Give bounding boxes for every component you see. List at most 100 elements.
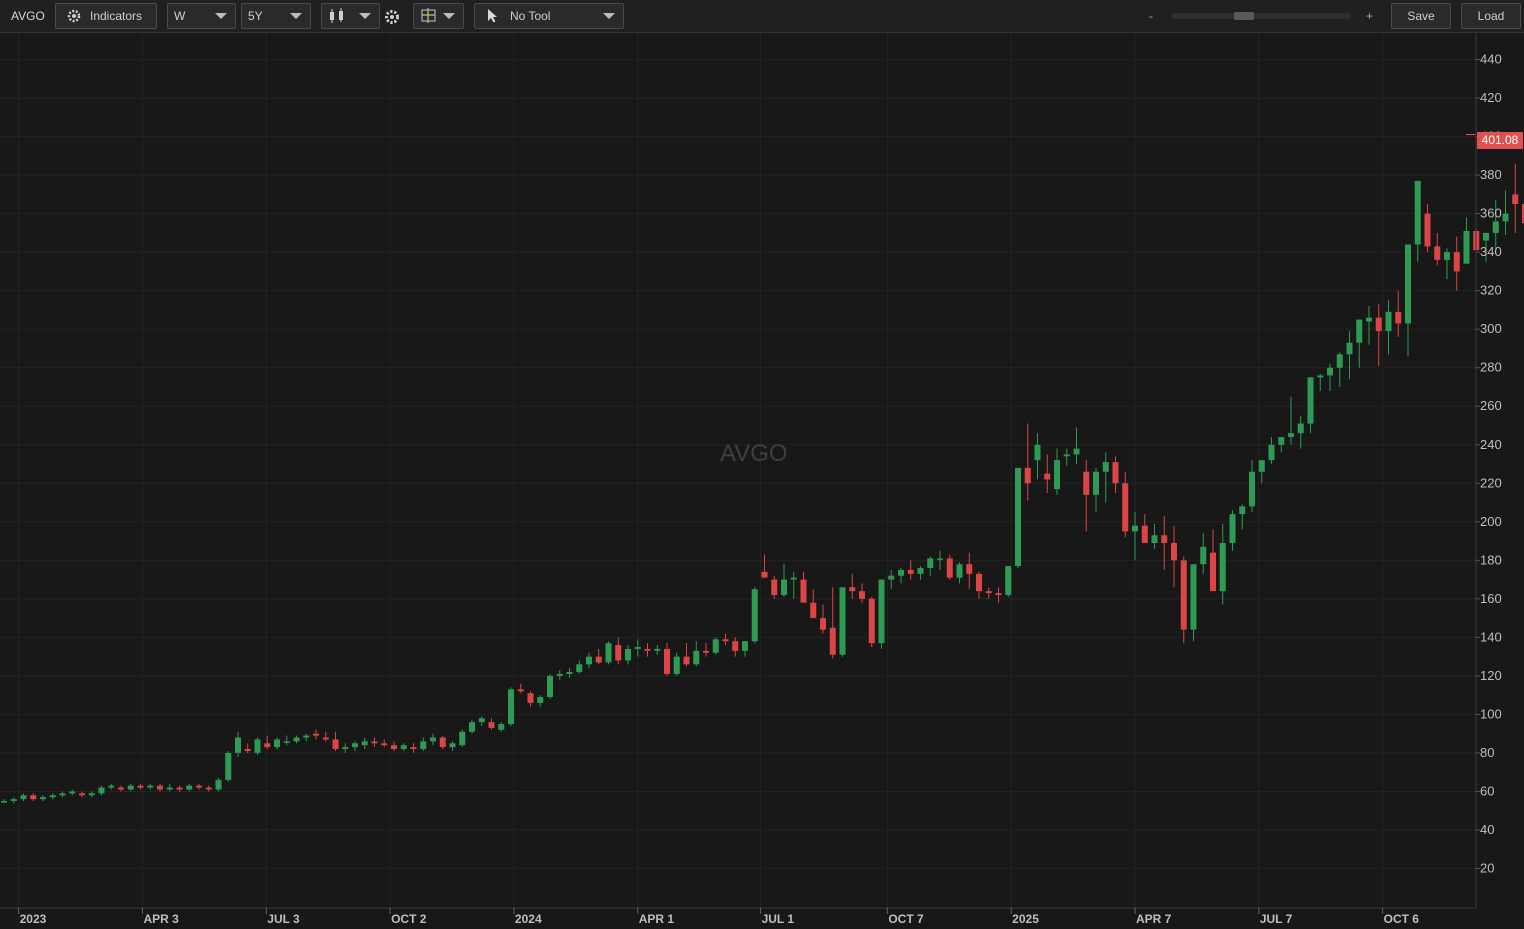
candle-body: [566, 672, 573, 674]
candle-body: [459, 731, 466, 746]
candle-body: [1200, 546, 1207, 565]
candle: [205, 785, 212, 792]
candle: [264, 735, 271, 750]
candle: [1268, 437, 1275, 465]
candle: [1200, 533, 1207, 574]
indicators-button[interactable]: Indicators: [55, 3, 157, 29]
x-tick-label: APR 1: [639, 912, 675, 926]
y-tick-label: 40: [1480, 822, 1494, 837]
y-tick-label: 100: [1480, 706, 1502, 721]
y-tick-label: 80: [1480, 745, 1494, 760]
period-select[interactable]: 5Y: [241, 3, 311, 29]
candle-body: [1258, 460, 1265, 472]
candle-body: [215, 779, 222, 790]
candle-body: [654, 648, 661, 651]
candle-body: [868, 598, 875, 644]
candle: [898, 568, 904, 584]
zoom-slider-thumb[interactable]: [1234, 12, 1254, 20]
chevron-down-icon: [215, 13, 227, 19]
aggregation-select[interactable]: W: [167, 3, 236, 29]
save-button[interactable]: Save: [1391, 3, 1451, 29]
load-button[interactable]: Load: [1461, 3, 1521, 29]
y-tick-label: 340: [1480, 244, 1502, 259]
candle: [469, 720, 475, 734]
tool-select[interactable]: No Tool: [474, 3, 624, 29]
zoom-out-button[interactable]: -: [1149, 9, 1153, 23]
candle: [1180, 556, 1187, 644]
candle-body: [917, 568, 924, 574]
candle-body: [1015, 467, 1021, 567]
candle-body: [1327, 367, 1333, 376]
candle-body: [1453, 252, 1460, 272]
candle: [556, 670, 563, 680]
candle-body: [40, 797, 46, 800]
candle-body: [1141, 525, 1148, 543]
chart-style-select[interactable]: [321, 3, 380, 29]
candle-body: [498, 724, 505, 730]
candle: [283, 735, 290, 746]
candle: [1190, 564, 1197, 642]
candle-body: [30, 795, 37, 800]
symbol-label[interactable]: AVGO: [11, 9, 45, 23]
candle-body: [888, 575, 895, 580]
candle: [449, 741, 456, 751]
candle: [332, 731, 339, 751]
tool-label: No Tool: [510, 9, 551, 23]
candle: [1414, 180, 1421, 262]
candle-body: [1297, 423, 1304, 434]
candle-body: [683, 656, 690, 665]
candle: [586, 652, 592, 669]
candle-body: [303, 735, 310, 738]
candle-body: [605, 643, 612, 663]
candle: [1, 799, 7, 803]
candle: [1024, 423, 1031, 501]
drawing-tools-select[interactable]: [413, 3, 464, 29]
y-tick-label: 60: [1480, 783, 1494, 798]
candle-body: [361, 741, 368, 746]
candle: [498, 722, 505, 732]
candle-body: [771, 579, 778, 595]
candle-body: [352, 743, 358, 748]
chevron-down-icon: [290, 13, 302, 19]
candle-body: [196, 785, 202, 788]
candle-body: [1405, 244, 1411, 324]
y-tick-label: 420: [1480, 90, 1502, 105]
candle-body: [761, 571, 768, 578]
x-axis: 2023 APR 3 JUL 3 OCT 2 2024 APR 1 JUL 1 OCT 7 20…: [0, 907, 1476, 926]
indicators-label: Indicators: [90, 9, 143, 23]
candle-body: [547, 675, 553, 698]
period-value: 5Y: [248, 9, 263, 23]
candle-body: [800, 579, 807, 603]
candle: [1444, 248, 1450, 280]
candle: [732, 637, 739, 657]
candle: [517, 683, 524, 694]
candle-body: [186, 785, 193, 790]
candle-body: [1366, 317, 1372, 322]
candle: [79, 791, 85, 798]
price-chart[interactable]: 20 40 60 80 100 120 140 160 180 200 220 240 260 280 30…: [0, 33, 1524, 929]
candle-body: [1132, 525, 1138, 532]
candle: [69, 789, 76, 796]
candle-body: [1444, 252, 1450, 260]
candle: [634, 639, 641, 657]
candle-body: [1122, 483, 1129, 532]
toolbar: AVGO Indicators W 5Y No Tool - + Save Lo…: [0, 0, 1524, 33]
candle: [1434, 232, 1441, 266]
candle: [1083, 460, 1090, 532]
candle-body: [810, 602, 817, 619]
y-tick-label: 180: [1480, 552, 1502, 567]
candle-body: [1463, 230, 1470, 264]
candle-body: [108, 785, 115, 788]
candle-body: [1288, 433, 1294, 438]
candle: [1424, 204, 1431, 253]
candle-body: [381, 743, 388, 746]
candle-body: [157, 785, 163, 790]
candle: [625, 645, 631, 665]
candle: [303, 733, 310, 742]
candle: [829, 587, 836, 659]
candle: [722, 633, 729, 646]
zoom-in-button[interactable]: +: [1366, 9, 1373, 23]
settings-gear-icon[interactable]: [384, 9, 400, 25]
candle: [196, 783, 202, 790]
zoom-slider[interactable]: [1171, 12, 1351, 20]
